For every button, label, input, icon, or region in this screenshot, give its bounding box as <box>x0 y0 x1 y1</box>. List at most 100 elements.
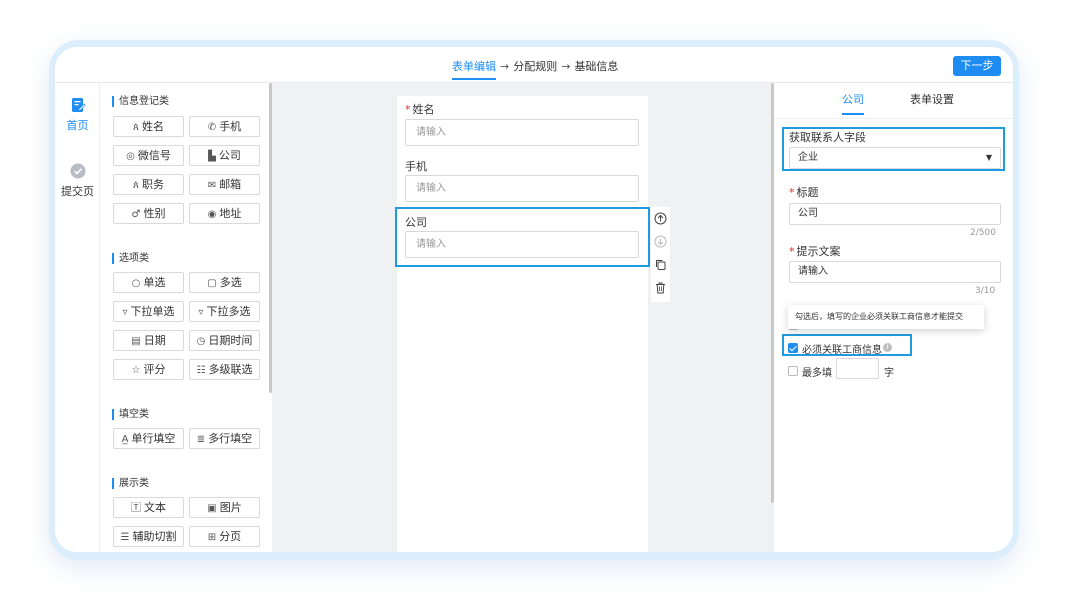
step-assign-rules[interactable]: 分配规则 <box>513 60 557 73</box>
widget-image-button[interactable]: ▣ 图片 <box>189 497 260 518</box>
contact-field-highlight <box>782 127 1005 171</box>
widget-label: 性别 <box>143 207 166 220</box>
widget-date-button[interactable]: ▤ 日期 <box>113 330 184 351</box>
hint-input[interactable]: 请输入 <box>789 261 1001 283</box>
widget-palette: 信息登记类 ጰ 姓名 ✆ 手机 ◎ 微信号 ▙ 公司 ጰ 职务 ✉ 邮箱 ♂ 性别 ◉ 地址 选… <box>100 83 271 552</box>
dropdown-multi-icon: ▿ <box>198 307 204 318</box>
widget-label: 图片 <box>219 501 242 514</box>
app-screen: 表单编辑 → 分配规则 → 基础信息 下一步 首页 提交页 信息登记类 ጰ 姓名 ✆ 手机 … <box>55 47 1013 552</box>
widget-label: 评分 <box>143 363 166 376</box>
move-down-icon[interactable] <box>653 235 667 249</box>
widget-multi-choice-button[interactable]: ▢ 多选 <box>189 272 260 293</box>
max-length-input[interactable] <box>836 358 879 379</box>
widget-label: 多级联选 <box>208 363 253 376</box>
wechat-icon: ◎ <box>126 151 135 162</box>
widget-gender-button[interactable]: ♂ 性别 <box>113 203 184 224</box>
nav-item-home[interactable]: 首页 <box>55 97 100 133</box>
widget-label: 辅助切割 <box>132 530 177 543</box>
widget-label: 地址 <box>219 207 242 220</box>
edit-form-icon <box>71 98 86 112</box>
title-label-text: 标题 <box>796 186 819 199</box>
widget-label: 公司 <box>218 149 241 162</box>
arrow-right-icon: → <box>500 60 510 73</box>
image-icon: ▣ <box>207 503 217 514</box>
step-form-edit[interactable]: 表单编辑 <box>452 58 496 80</box>
field-input-name[interactable]: 请输入 <box>405 119 639 146</box>
widget-cascade-button[interactable]: ☷ 多级联选 <box>189 359 260 380</box>
widget-single-choice-button[interactable]: ○ 单选 <box>113 272 184 293</box>
nav-item-submit-page[interactable]: 提交页 <box>55 163 100 199</box>
title-label: * 标题 <box>789 184 819 200</box>
widget-phone-button[interactable]: ✆ 手机 <box>189 116 260 137</box>
category-title: 填空类 <box>112 409 149 420</box>
delete-icon[interactable] <box>653 281 667 295</box>
move-up-icon[interactable] <box>653 212 667 226</box>
check-circle-icon <box>70 163 85 179</box>
person-icon: ጰ <box>133 122 139 133</box>
nav-label-home: 首页 <box>66 119 89 132</box>
copy-icon[interactable] <box>653 258 667 272</box>
max-length-checkbox[interactable] <box>788 366 798 376</box>
divider-icon: ☰ <box>120 532 130 543</box>
widget-label: 单选 <box>143 276 166 289</box>
arrow-right-icon: → <box>561 60 571 73</box>
widget-label: 下拉多选 <box>206 305 251 318</box>
male-icon: ♂ <box>131 209 141 220</box>
required-mark: * <box>405 103 411 116</box>
calendar-icon: ▤ <box>131 336 141 347</box>
field-label-phone: 手机 <box>405 160 427 173</box>
text-input-icon: A̲ <box>121 434 129 445</box>
text-icon: 🅃 <box>131 503 141 514</box>
title-input[interactable]: 公司 <box>789 203 1001 225</box>
hint-counter: 3/10 <box>975 286 996 296</box>
widget-email-button[interactable]: ✉ 邮箱 <box>189 174 260 195</box>
next-step-button[interactable]: 下一步 <box>953 56 1001 76</box>
widget-label: 文本 <box>144 501 166 514</box>
widget-datetime-button[interactable]: ◷ 日期时间 <box>189 330 260 351</box>
field-input-phone[interactable]: 请输入 <box>405 175 639 202</box>
required-mark: * <box>789 245 795 258</box>
tab-company[interactable]: 公司 <box>842 91 864 115</box>
selected-field-highlight[interactable] <box>395 207 650 267</box>
max-length-label: 最多填 <box>802 368 832 379</box>
required-mark: * <box>789 186 795 199</box>
widget-label: 日期 <box>143 334 166 347</box>
widget-wechat-button[interactable]: ◎ 微信号 <box>113 145 184 166</box>
widget-label: 手机 <box>219 120 242 133</box>
left-nav: 首页 提交页 <box>55 83 100 552</box>
hint-label-text: 提示文案 <box>796 245 841 258</box>
widget-label: 邮箱 <box>219 178 242 191</box>
step-basic-info[interactable]: 基础信息 <box>574 60 618 73</box>
phone-icon: ✆ <box>207 122 217 133</box>
radio-icon: ○ <box>131 278 141 289</box>
widget-dropdown-single-button[interactable]: ▿ 下拉单选 <box>113 301 184 322</box>
widget-label: 多行填空 <box>208 432 253 445</box>
widget-label: 日期时间 <box>208 334 253 347</box>
widget-company-button[interactable]: ▙ 公司 <box>189 145 260 166</box>
widget-position-button[interactable]: ጰ 职务 <box>113 174 184 195</box>
widget-single-line-button[interactable]: A̲ 单行填空 <box>113 428 184 449</box>
textarea-icon: ≣ <box>196 434 206 445</box>
category-title: 信息登记类 <box>112 96 169 107</box>
hint-label: * 提示文案 <box>789 243 841 259</box>
page-icon: ⊞ <box>207 532 217 543</box>
widget-dropdown-multi-button[interactable]: ▿ 下拉多选 <box>189 301 260 322</box>
checkbox-icon: ▢ <box>207 278 217 289</box>
tab-form-settings[interactable]: 表单设置 <box>910 91 954 107</box>
field-toolbar <box>651 207 670 302</box>
widget-multi-line-button[interactable]: ≣ 多行填空 <box>189 428 260 449</box>
dropdown-icon: ▿ <box>122 307 128 318</box>
widget-text-button[interactable]: 🅃 文本 <box>113 497 184 518</box>
widget-rating-button[interactable]: ☆ 评分 <box>113 359 184 380</box>
step-breadcrumb: 表单编辑 → 分配规则 → 基础信息 <box>452 58 618 80</box>
top-bar: 表单编辑 → 分配规则 → 基础信息 下一步 <box>55 47 1013 83</box>
widget-label: 多选 <box>219 276 242 289</box>
nav-label-submit-page: 提交页 <box>61 185 94 198</box>
widget-divider-button[interactable]: ☰ 辅助切割 <box>113 526 184 547</box>
properties-tabs: 公司 表单设置 <box>774 83 1013 119</box>
widget-label: 微信号 <box>137 149 171 162</box>
widget-name-button[interactable]: ጰ 姓名 <box>113 116 184 137</box>
cascade-icon: ☷ <box>196 365 206 376</box>
widget-address-button[interactable]: ◉ 地址 <box>189 203 260 224</box>
widget-paging-button[interactable]: ⊞ 分页 <box>189 526 260 547</box>
